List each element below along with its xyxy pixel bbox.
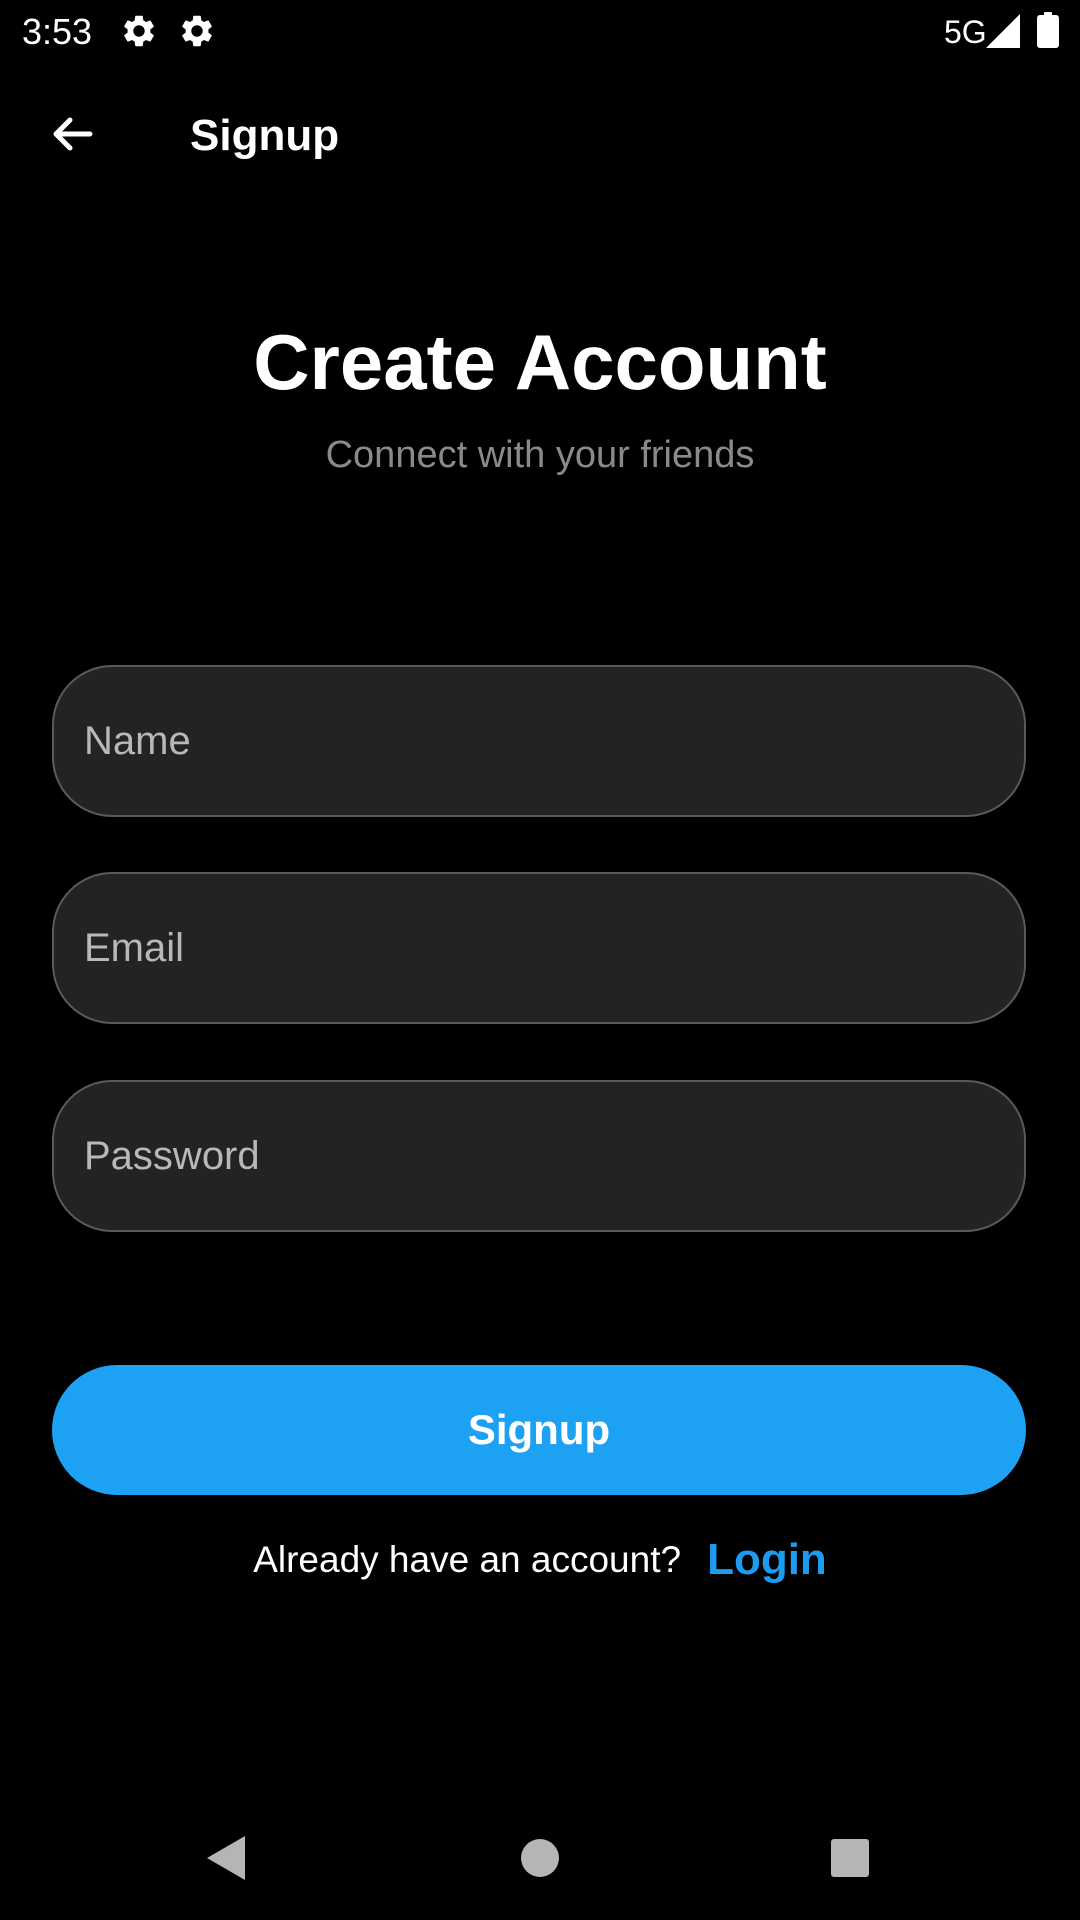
nav-back-button[interactable] (196, 1830, 256, 1890)
password-field (52, 1080, 1026, 1232)
gear-icon (178, 12, 216, 50)
email-input[interactable] (84, 874, 984, 1022)
heading: Create Account (253, 318, 827, 406)
subheading: Connect with your friends (325, 434, 755, 476)
nav-home-icon (520, 1838, 560, 1883)
gear-icon (120, 12, 158, 50)
nav-recents-icon (830, 1838, 870, 1883)
nav-back-icon (205, 1834, 247, 1887)
login-link[interactable]: Login (707, 1535, 827, 1584)
back-button[interactable] (36, 104, 108, 168)
signal-icon (986, 14, 1020, 48)
status-time: 3:53 (22, 11, 93, 52)
nav-home-button[interactable] (510, 1830, 570, 1890)
email-field (52, 872, 1026, 1024)
name-input[interactable] (84, 667, 984, 815)
battery-icon (1037, 12, 1059, 48)
navigation-bar (0, 1800, 1080, 1920)
arrow-left-icon (48, 110, 96, 163)
app-bar: Signup (0, 80, 1080, 192)
status-bar: 3:53 5G (0, 0, 1080, 64)
signup-button[interactable]: Signup (52, 1365, 1026, 1495)
name-field (52, 665, 1026, 817)
page-title: Signup (190, 111, 340, 160)
password-input[interactable] (84, 1082, 984, 1230)
login-prompt: Already have an account? (253, 1539, 682, 1580)
nav-recents-button[interactable] (820, 1830, 880, 1890)
network-type-label: 5G (944, 14, 987, 50)
login-row: Already have an account? Login (0, 1530, 1080, 1590)
